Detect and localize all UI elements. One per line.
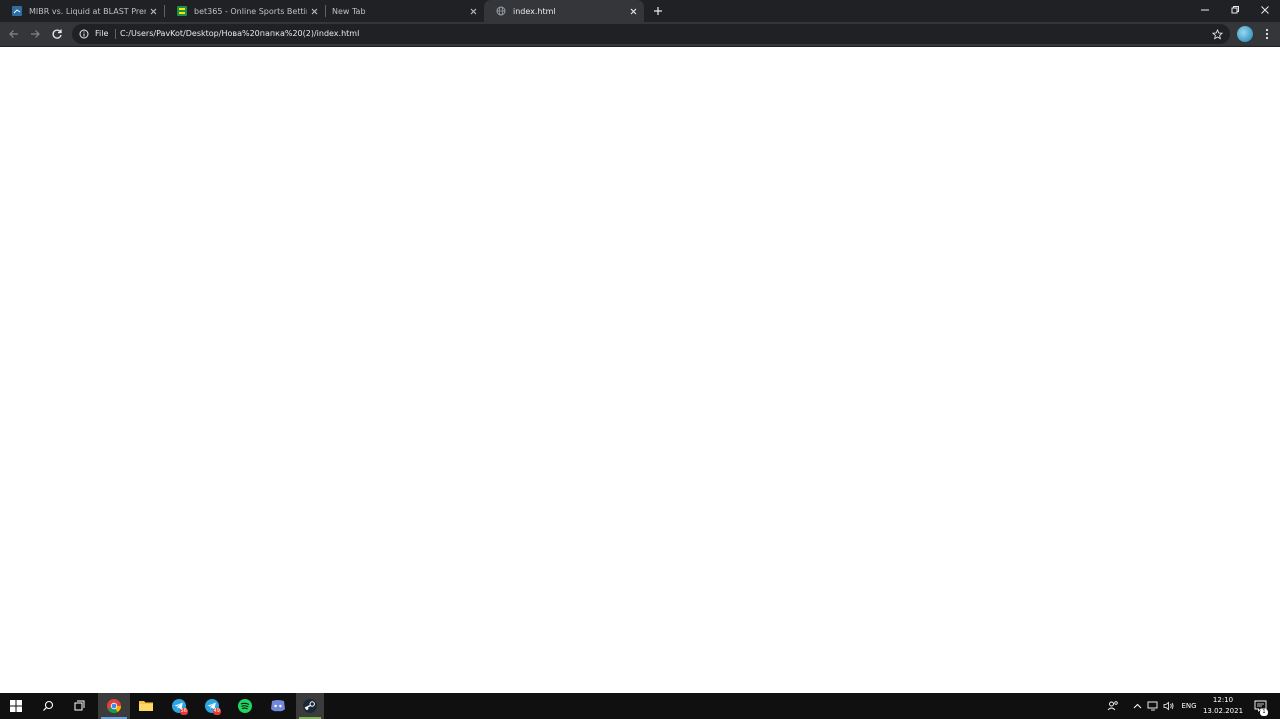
- plus-icon[interactable]: [650, 3, 666, 19]
- people-icon[interactable]: [1104, 693, 1122, 719]
- tab-title: New Tab: [332, 6, 366, 16]
- tab-title: bet365 - Online Sports Betting: [194, 6, 307, 16]
- telegram-icon[interactable]: 56: [163, 693, 195, 719]
- volume-icon[interactable]: [1162, 693, 1176, 719]
- profile-avatar-icon[interactable]: [1237, 26, 1253, 42]
- reload-icon[interactable]: [49, 26, 65, 42]
- tab-close-icon[interactable]: [146, 4, 160, 18]
- kebab-menu-icon[interactable]: [1260, 26, 1274, 42]
- forward-arrow-icon[interactable]: [27, 26, 43, 42]
- address-separator: [115, 29, 116, 39]
- task-view-icon[interactable]: [64, 693, 96, 719]
- scheme-label: File: [95, 29, 109, 38]
- page-content: [0, 47, 1280, 693]
- system-clock[interactable]: 12:10 13.02.2021: [1198, 695, 1248, 717]
- restore-icon[interactable]: [1220, 0, 1250, 20]
- clock-time: 12:10: [1212, 696, 1234, 704]
- tab-title: index.html: [513, 6, 556, 16]
- browser-toolbar: File C:/Users/PavKot/Desktop/Нова%20папк…: [0, 22, 1280, 47]
- unread-badge: 56: [179, 708, 188, 715]
- tab-mibr-liquid[interactable]: MIBR vs. Liquid at BLAST Premie: [0, 0, 164, 22]
- tab-title: MIBR vs. Liquid at BLAST Premie: [29, 6, 146, 16]
- tab-index-html[interactable]: index.html: [484, 0, 644, 22]
- tab-close-icon[interactable]: [307, 4, 321, 18]
- tab-strip: MIBR vs. Liquid at BLAST Premie bet365 -…: [0, 0, 1280, 22]
- telegram-icon-2[interactable]: 49: [196, 693, 228, 719]
- windows-taskbar: 56 49 ENG 12:10 13.02.2021 1: [0, 693, 1280, 719]
- notifications-icon[interactable]: 1: [1250, 693, 1270, 719]
- clock-date: 13.02.2021: [1202, 707, 1244, 715]
- globe-icon: [496, 6, 506, 16]
- info-icon[interactable]: [78, 28, 90, 40]
- close-icon[interactable]: [1250, 0, 1280, 20]
- network-icon[interactable]: [1146, 693, 1160, 719]
- tab-close-icon[interactable]: [466, 4, 480, 18]
- tab-new-tab[interactable]: New Tab: [326, 0, 484, 22]
- chrome-icon[interactable]: [98, 693, 130, 719]
- unread-badge: 49: [212, 708, 221, 715]
- hltv-icon: [12, 6, 22, 16]
- language-indicator[interactable]: ENG: [1178, 693, 1200, 719]
- notification-count: 1: [1260, 709, 1268, 716]
- steam-icon[interactable]: [296, 693, 324, 719]
- bookmark-star-icon[interactable]: [1210, 27, 1224, 41]
- url-text[interactable]: C:/Users/PavKot/Desktop/Нова%20папка%20(…: [120, 24, 359, 44]
- address-bar[interactable]: File C:/Users/PavKot/Desktop/Нова%20папк…: [72, 24, 1230, 44]
- file-explorer-icon[interactable]: [130, 693, 162, 719]
- discord-icon[interactable]: [262, 693, 294, 719]
- windows-start-icon[interactable]: [0, 693, 32, 719]
- minimize-icon[interactable]: [1190, 0, 1220, 20]
- bet365-icon: [177, 6, 187, 16]
- chevron-up-icon[interactable]: [1130, 693, 1144, 719]
- spotify-icon[interactable]: [229, 693, 261, 719]
- back-arrow-icon[interactable]: [6, 26, 22, 42]
- tab-close-icon[interactable]: [626, 4, 640, 18]
- tab-bet365[interactable]: bet365 - Online Sports Betting: [165, 0, 325, 22]
- search-icon[interactable]: [32, 693, 64, 719]
